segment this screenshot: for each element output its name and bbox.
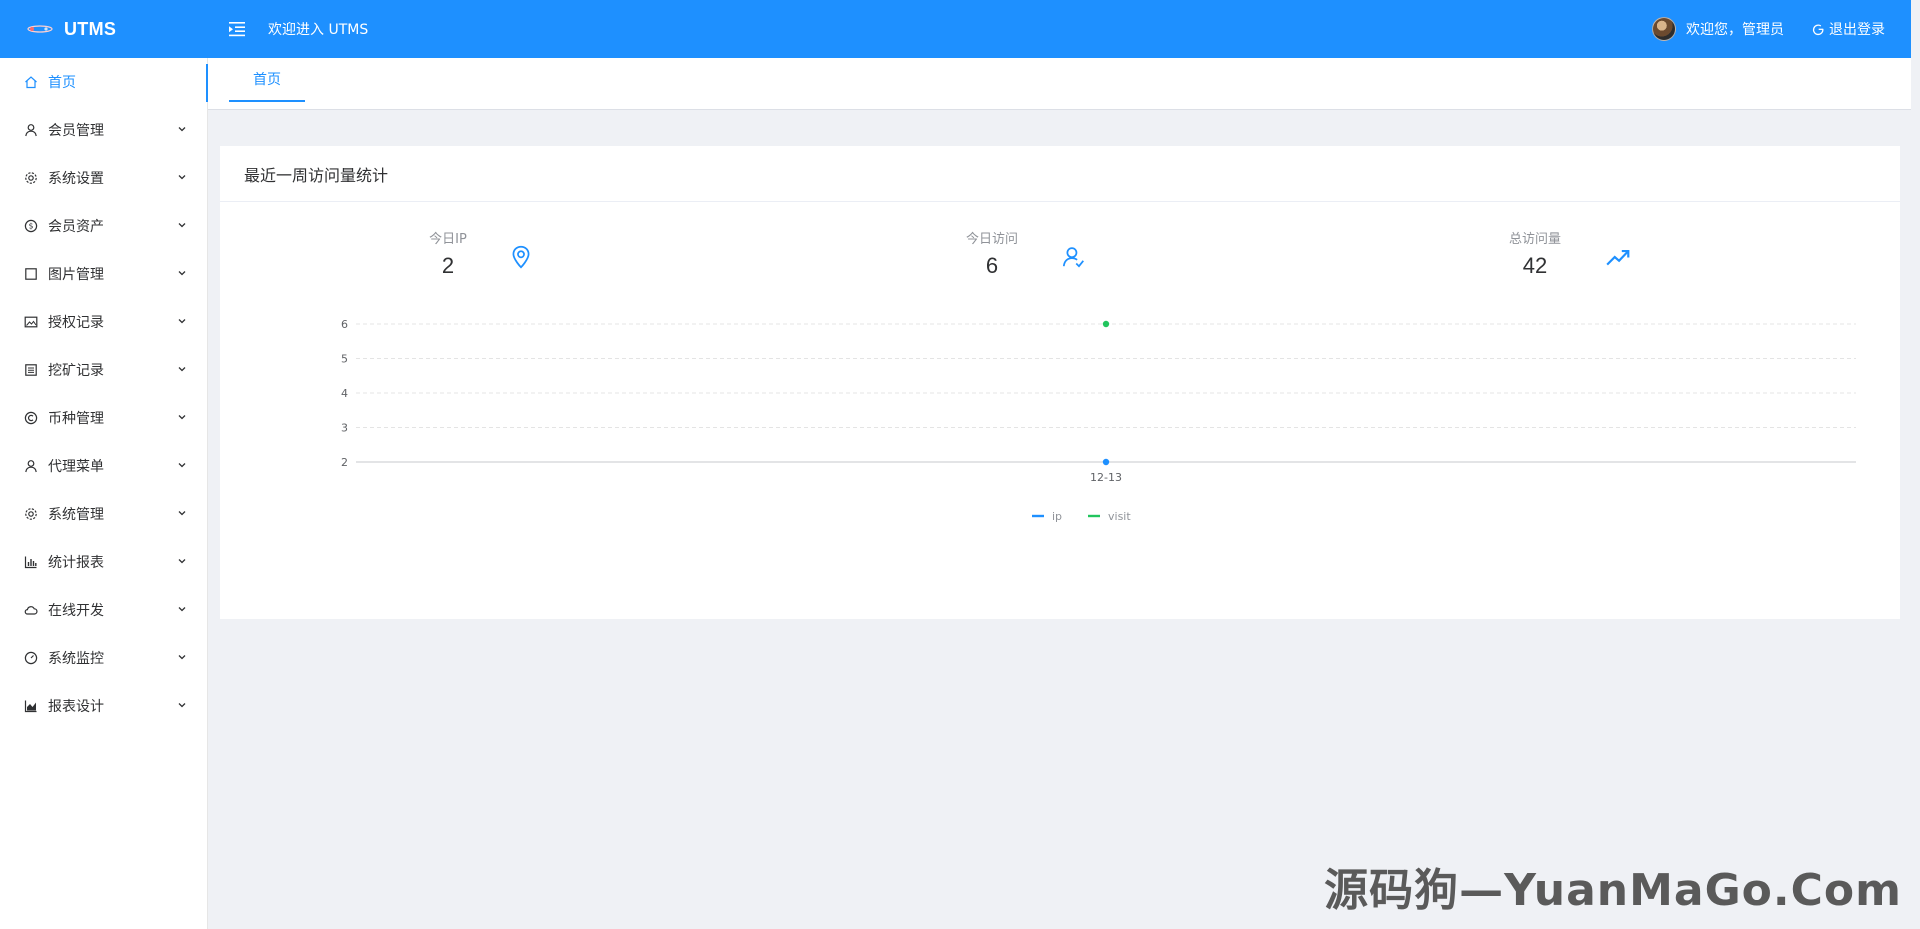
x-tick-label: 12-13 <box>1090 471 1122 484</box>
user-area: 欢迎您，管理员 退出登录 <box>1652 17 1911 41</box>
chevron-down-icon <box>177 268 187 278</box>
brand-name: UTMS <box>64 18 117 39</box>
sidebar-item-10[interactable]: 统计报表 <box>0 538 207 586</box>
y-tick-label: 4 <box>341 387 348 400</box>
chevron-down-icon <box>177 652 187 662</box>
logout-button[interactable]: 退出登录 <box>1812 19 1885 39</box>
sidebar-item-label: 授权记录 <box>48 315 104 331</box>
visit-stats-card: 最近一周访问量统计 今日IP 2 今日访问 6 总访问量 42 2 3 4 5 6 12-… <box>220 146 1900 619</box>
welcome-text: 欢迎进入 UTMS <box>268 22 369 38</box>
sidebar-item-label: 在线开发 <box>48 603 104 619</box>
data-point-ip <box>1102 458 1110 466</box>
area-chart-icon <box>24 699 38 713</box>
chevron-down-icon <box>177 316 187 326</box>
user-icon <box>24 459 38 473</box>
sidebar-item-label: 首页 <box>48 75 76 91</box>
user-greeting[interactable]: 欢迎您，管理员 <box>1686 19 1784 39</box>
logout-label: 退出登录 <box>1829 22 1885 38</box>
sidebar-item-label: 会员管理 <box>48 123 104 139</box>
chevron-down-icon <box>177 364 187 374</box>
brand[interactable]: UTMS <box>0 19 208 40</box>
sidebar-item-12[interactable]: 系统监控 <box>0 634 207 682</box>
chevron-down-icon <box>177 124 187 134</box>
sidebar-item-label: 图片管理 <box>48 267 104 283</box>
chevron-down-icon <box>177 412 187 422</box>
sidebar-item-label: 代理菜单 <box>48 459 104 475</box>
sidebar-item-label: 会员资产 <box>48 219 104 235</box>
sidebar-item-9[interactable]: 系统管理 <box>0 490 207 538</box>
sidebar-item-3[interactable]: $ 会员资产 <box>0 202 207 250</box>
sidebar-item-6[interactable]: 挖矿记录 <box>0 346 207 394</box>
sidebar-item-8[interactable]: 代理菜单 <box>0 442 207 490</box>
chevron-down-icon <box>177 508 187 518</box>
sidebar-item-label: 系统监控 <box>48 651 104 667</box>
gear-icon <box>24 507 38 521</box>
tab-home[interactable]: 首页 <box>229 58 305 102</box>
sidebar-item-label: 系统设置 <box>48 171 104 187</box>
top-header: UTMS 欢迎进入 UTMS 欢迎您，管理员 退出登录 <box>0 0 1911 58</box>
y-tick-label: 5 <box>341 353 348 366</box>
sidebar-item-label: 统计报表 <box>48 555 104 571</box>
avatar[interactable] <box>1652 17 1676 41</box>
visit-chart: 2 3 4 5 6 12-13 ip visit <box>341 318 1856 523</box>
sidebar-item-4[interactable]: 图片管理 <box>0 250 207 298</box>
bar-chart-icon <box>24 555 38 569</box>
sidebar-item-11[interactable]: 在线开发 <box>0 586 207 634</box>
sidebar-item-2[interactable]: 系统设置 <box>0 154 207 202</box>
cloud-icon <box>24 603 38 617</box>
legend-label: visit <box>1108 510 1131 523</box>
sidebar-item-7[interactable]: 币种管理 <box>0 394 207 442</box>
sidebar-item-label: 挖矿记录 <box>48 363 104 379</box>
chevron-down-icon <box>177 700 187 710</box>
chevron-down-icon <box>177 460 187 470</box>
menu-toggle-icon[interactable] <box>226 18 248 40</box>
power-icon <box>1812 24 1824 35</box>
speedometer-icon <box>24 651 38 665</box>
home-icon <box>24 75 38 89</box>
data-point-visit <box>1102 320 1110 328</box>
square-icon <box>24 267 38 281</box>
tab-bar: 首页 <box>208 58 1911 110</box>
picture-icon <box>24 315 38 329</box>
coin-icon: $ <box>24 219 38 233</box>
watermark: 源码狗—YuanMaGo.Com <box>1324 865 1902 916</box>
y-tick-label: 6 <box>341 318 348 331</box>
y-tick-label: 3 <box>341 422 348 435</box>
sidebar-item-label: 币种管理 <box>48 411 104 427</box>
sidebar-item-5[interactable]: 授权记录 <box>0 298 207 346</box>
chevron-down-icon <box>177 220 187 230</box>
sidebar-item-13[interactable]: 报表设计 <box>0 682 207 730</box>
sidebar-item-label: 系统管理 <box>48 507 104 523</box>
gear-icon <box>24 171 38 185</box>
list-icon <box>24 363 38 377</box>
sidebar: 首页会员管理系统设置 $ 会员资产图片管理授权记录挖矿记录币种管理代理菜单系统管理统… <box>0 58 209 929</box>
legend-label: ip <box>1052 510 1062 523</box>
brand-logo-icon <box>27 25 53 33</box>
sidebar-item-label: 报表设计 <box>48 699 104 715</box>
copyright-icon <box>24 411 38 425</box>
sidebar-item-1[interactable]: 会员管理 <box>0 106 207 154</box>
chevron-down-icon <box>177 556 187 566</box>
svg-text:$: $ <box>29 222 34 231</box>
sidebar-item-0[interactable]: 首页 <box>0 58 209 106</box>
chevron-down-icon <box>177 172 187 182</box>
y-tick-label: 2 <box>341 456 348 469</box>
chevron-down-icon <box>177 604 187 614</box>
user-icon <box>24 123 38 137</box>
